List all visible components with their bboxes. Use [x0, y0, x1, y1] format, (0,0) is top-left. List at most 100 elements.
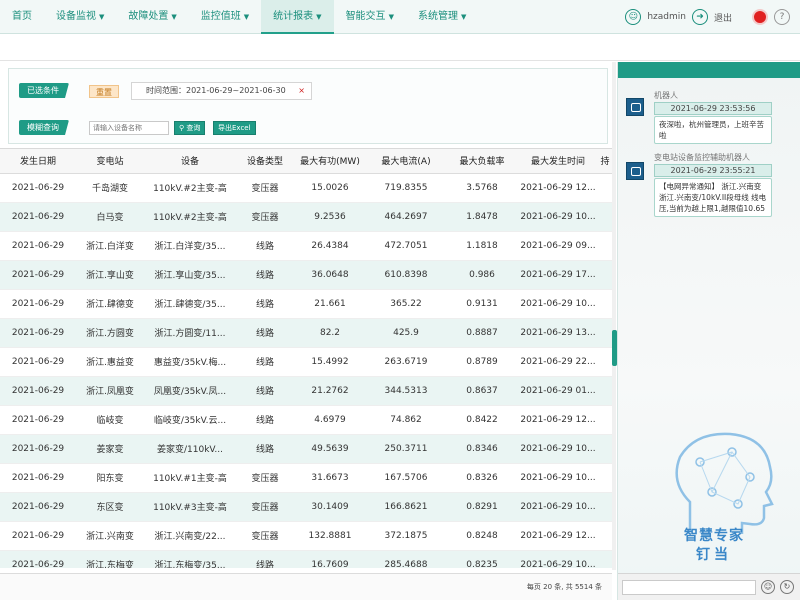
chevron-down-icon: ▼	[99, 12, 105, 21]
nav-item-label: 首页	[12, 10, 32, 22]
logout-icon[interactable]: ➜	[691, 9, 708, 25]
table-row[interactable]: 2021-06-29 浙江.凤凰变 凤凰变/35kV.凤... 线路 21.2762 34…	[0, 376, 612, 406]
table-row[interactable]: 2021-06-29 东区变 110kV.#3主变-高 变压器 30.1409 166.8…	[0, 492, 612, 522]
column-header[interactable]: 最大发生时间	[518, 149, 598, 174]
table-cell: 线路	[236, 289, 294, 319]
column-header[interactable]: 最大电流(A)	[366, 149, 446, 174]
table-row[interactable]: 2021-06-29 浙江.肆德变 浙江.肆德变/35... 线路 21.661 365.…	[0, 289, 612, 319]
chat-message-input[interactable]	[622, 580, 756, 595]
table-cell: 74.862	[366, 405, 446, 435]
logout-button[interactable]: 退出	[714, 11, 732, 24]
table-cell: 167.5706	[366, 463, 446, 493]
column-header[interactable]: 持	[598, 149, 612, 174]
table-cell: 浙江.东梅变/35...	[144, 550, 236, 568]
table-cell: 临岐变/35kV.云...	[144, 405, 236, 435]
table-cell: 2021-06-29 13...	[518, 318, 598, 348]
table-cell: 0.8235	[446, 550, 518, 568]
table-cell: 东区变	[76, 492, 144, 522]
query-button[interactable]: ⚲ 查询	[174, 121, 206, 135]
nav-item[interactable]: 智能交互 ▼	[334, 0, 406, 34]
nav-item[interactable]: 故障处置 ▼	[116, 0, 188, 34]
table-row[interactable]: 2021-06-29 浙江.兴南变 浙江.兴南变/22... 变压器 132.8881 3…	[0, 521, 612, 551]
table-cell	[598, 318, 612, 348]
table-row[interactable]: 2021-06-29 浙江.惠益变 惠益变/35kV.梅... 线路 15.4992 26…	[0, 347, 612, 377]
table-cell: 白马变	[76, 202, 144, 232]
alarm-indicator-icon[interactable]	[752, 9, 768, 25]
table-row[interactable]: 2021-06-29 临岐变 临岐变/35kV.云... 线路 4.6979 74.862…	[0, 405, 612, 435]
table-cell: 0.8291	[446, 492, 518, 522]
column-header[interactable]: 最大负载率	[446, 149, 518, 174]
table-row[interactable]: 2021-06-29 浙江.享山变 浙江.享山变/35... 线路 36.0648 610…	[0, 260, 612, 290]
table-cell: 0.8422	[446, 405, 518, 435]
emoji-icon[interactable]: ☺	[761, 580, 775, 594]
table-cell: 3.5768	[446, 173, 518, 203]
nav-item[interactable]: 首页	[0, 0, 44, 34]
chip-close-icon[interactable]: ×	[298, 86, 305, 95]
table-cell: 263.6719	[366, 347, 446, 377]
table-cell: 临岐变	[76, 405, 144, 435]
table-row[interactable]: 2021-06-29 浙江.白洋变 浙江.白洋变/35... 线路 26.4384 472…	[0, 231, 612, 261]
table-cell: 线路	[236, 434, 294, 464]
chevron-down-icon: ▼	[388, 12, 394, 21]
nav-item-label: 统计报表	[273, 10, 314, 22]
table-row[interactable]: 2021-06-29 姜家变 姜家变/110kV... 线路 49.5639 250.37…	[0, 434, 612, 464]
table-cell: 2021-06-29	[0, 376, 76, 406]
table-row[interactable]: 2021-06-29 浙江.方圆变 浙江.方圆变/11... 线路 82.2 425.9 0…	[0, 318, 612, 348]
chevron-down-icon: ▼	[171, 12, 177, 21]
table-cell: 9.2536	[294, 202, 366, 232]
message-sender: 机器人	[654, 91, 678, 100]
column-header[interactable]: 最大有功(MW)	[294, 149, 366, 174]
table-cell: 365.22	[366, 289, 446, 319]
chevron-down-icon: ▼	[316, 12, 322, 21]
table-cell: 2021-06-29	[0, 318, 76, 348]
time-range-chip[interactable]: 时间范围：2021-06-29~2021-06-30 ×	[131, 82, 312, 100]
table-cell: 浙江.凤凰变	[76, 376, 144, 406]
table-cell	[598, 202, 612, 232]
table-cell	[598, 521, 612, 551]
selected-conditions-label: 已选条件	[19, 83, 69, 98]
table-cell	[598, 405, 612, 435]
table-cell: 凤凰变/35kV.凤...	[144, 376, 236, 406]
table-cell: 浙江.兴南变	[76, 521, 144, 551]
table-cell: 2021-06-29 10...	[518, 202, 598, 232]
table-cell: 阳东变	[76, 463, 144, 493]
table-cell: 浙江.兴南变/22...	[144, 521, 236, 551]
help-icon[interactable]: ?	[774, 9, 790, 25]
table-cell: 49.5639	[294, 434, 366, 464]
chat-input-bar: ☺ ↻	[618, 573, 800, 600]
device-search-input[interactable]	[89, 121, 169, 135]
table-scrollbar[interactable]	[612, 62, 616, 570]
message-time: 2021-06-29 23:53:56	[654, 102, 772, 115]
export-excel-button[interactable]: 导出Excel	[213, 121, 256, 135]
statistics-table: 发生日期 变电站 设备 设备类型 最大有功(MW) 最大电流(A) 最大负载率 最大发生时间持…	[0, 148, 612, 568]
table-cell: 0.8326	[446, 463, 518, 493]
table-cell: 0.8789	[446, 347, 518, 377]
nav-item[interactable]: 监控值班 ▼	[189, 0, 261, 34]
table-row[interactable]: 2021-06-29 阳东变 110kV.#1主变-高 变压器 31.6673 167.5…	[0, 463, 612, 493]
column-header[interactable]: 设备类型	[236, 149, 294, 174]
column-header[interactable]: 变电站	[76, 149, 144, 174]
column-header[interactable]: 发生日期	[0, 149, 76, 174]
table-cell: 2021-06-29 10...	[518, 550, 598, 568]
table-row[interactable]: 2021-06-29 白马变 110kV.#2主变-高 变压器 9.2536 464.26…	[0, 202, 612, 232]
nav-item[interactable]: 系统管理 ▼	[406, 0, 478, 34]
table-cell: 285.4688	[366, 550, 446, 568]
fuzzy-query-label: 模糊查询	[19, 120, 69, 135]
table-row[interactable]: 2021-06-29 浙江.东梅变 浙江.东梅变/35... 线路 16.7609 285…	[0, 550, 612, 568]
send-icon[interactable]: ↻	[780, 580, 794, 594]
column-header[interactable]: 设备	[144, 149, 236, 174]
table-cell: 2021-06-29	[0, 202, 76, 232]
table-cell	[598, 289, 612, 319]
nav-item[interactable]: 统计报表 ▼	[261, 0, 334, 34]
user-icon[interactable]: ☺	[625, 9, 642, 25]
robot-avatar-icon	[626, 162, 644, 180]
table-cell: 0.8637	[446, 376, 518, 406]
table-row[interactable]: 2021-06-29 千岛湖变 110kV.#2主变-高 变压器 15.0026 719.…	[0, 173, 612, 203]
table-cell: 2021-06-29 10...	[518, 434, 598, 464]
table-cell: 变压器	[236, 521, 294, 551]
username[interactable]: hzadmin	[647, 12, 686, 22]
reset-button[interactable]: 重置	[89, 85, 119, 98]
table-cell: 21.2762	[294, 376, 366, 406]
nav-item[interactable]: 设备监视 ▼	[44, 0, 116, 34]
table-cell: 2021-06-29 09...	[518, 231, 598, 261]
